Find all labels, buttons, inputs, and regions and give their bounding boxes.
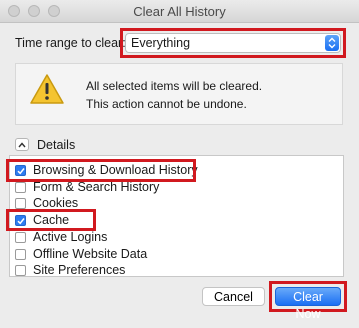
clear-now-button[interactable]: Clear Now bbox=[275, 287, 341, 321]
warning-line-2: This action cannot be undone. bbox=[86, 97, 247, 111]
checkbox-label-form-search-history: Form & Search History bbox=[33, 180, 160, 194]
checkbox-label-active-logins: Active Logins bbox=[33, 230, 108, 244]
checkbox-offline-website-data[interactable] bbox=[15, 249, 26, 260]
time-range-label: Time range to clear: bbox=[15, 36, 126, 50]
checkbox-label-cookies: Cookies bbox=[33, 196, 79, 210]
chevron-up-icon bbox=[18, 142, 26, 148]
warning-icon bbox=[30, 74, 64, 104]
time-range-select[interactable]: Everything bbox=[125, 33, 341, 53]
cancel-button[interactable]: Cancel bbox=[202, 287, 265, 306]
window-title: Clear All History bbox=[133, 4, 226, 19]
time-range-value: Everything bbox=[131, 36, 191, 50]
checkbox-cookies[interactable] bbox=[15, 198, 26, 209]
select-stepper-icon bbox=[325, 35, 339, 51]
browsing-history-highlight bbox=[6, 159, 196, 182]
title-bar: Clear All History bbox=[0, 0, 359, 23]
checkbox-site-preferences[interactable] bbox=[15, 265, 26, 276]
warning-box: All selected items will be cleared. This… bbox=[15, 63, 343, 125]
checkbox-active-logins[interactable] bbox=[15, 232, 26, 243]
cache-highlight bbox=[6, 209, 96, 231]
checkbox-form-search-history[interactable] bbox=[15, 182, 26, 193]
warning-line-1: All selected items will be cleared. bbox=[86, 79, 263, 93]
details-label: Details bbox=[37, 138, 76, 152]
details-toggle-button[interactable] bbox=[15, 138, 29, 151]
checkbox-label-offline-website-data: Offline Website Data bbox=[33, 247, 148, 261]
checkbox-label-site-preferences: Site Preferences bbox=[33, 263, 126, 277]
